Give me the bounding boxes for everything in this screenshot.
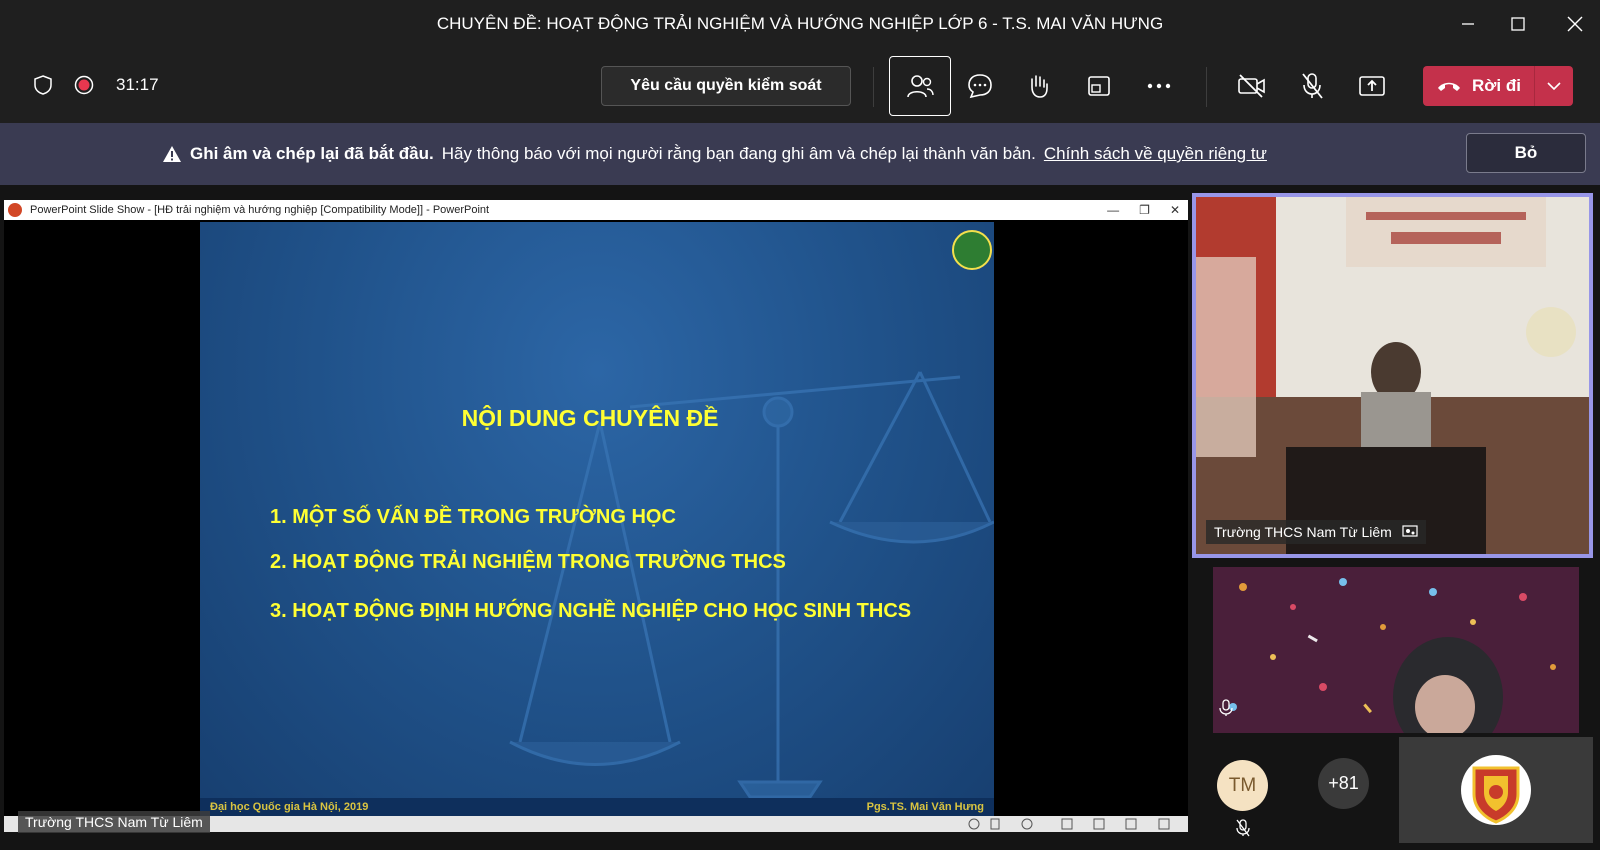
shared-screen: PowerPoint Slide Show - [HĐ trải nghiệm … (4, 200, 1188, 833)
dismiss-banner-button[interactable]: Bỏ (1466, 133, 1586, 173)
presentation-slide: NỘI DUNG CHUYÊN ĐỀ 1. MỘT SỐ VẤN ĐỀ TRON… (200, 222, 994, 816)
powerpoint-title-bar: PowerPoint Slide Show - [HĐ trải nghiệm … (4, 200, 1188, 220)
chat-button[interactable] (965, 71, 995, 101)
ppt-close-icon: ✕ (1169, 203, 1180, 217)
university-logo (952, 230, 992, 270)
teams-meeting-window: CHUYÊN ĐỀ: HOẠT ĐỘNG TRẢI NGHIỆM VÀ HƯỚN… (0, 0, 1600, 850)
privacy-policy-link[interactable]: Chính sách về quyền riêng tư (1044, 144, 1267, 164)
participant-video-tile[interactable] (1213, 567, 1579, 733)
hang-up-icon (1438, 82, 1461, 91)
request-control-button[interactable]: Yêu cầu quyền kiểm soát (601, 66, 851, 106)
window-title: CHUYÊN ĐỀ: HOẠT ĐỘNG TRẢI NGHIỆM VÀ HƯỚN… (436, 14, 1164, 33)
microphone-status-icon (1215, 697, 1237, 719)
more-actions-button[interactable] (1144, 71, 1174, 101)
meeting-toolbar: 31:17 Yêu cầu quyền kiểm soát Rời đi (0, 47, 1600, 123)
camera-off-icon (1238, 74, 1265, 98)
presenter-name-tag: Trường THCS Nam Từ Liêm (18, 811, 210, 833)
maximize-icon (1511, 16, 1525, 31)
slide-item: 3. HOẠT ĐỘNG ĐỊNH HƯỚNG NGHỀ NGHIỆP CHO … (270, 600, 912, 622)
participant-tile-school[interactable] (1399, 737, 1593, 843)
microphone-off-icon (1302, 73, 1323, 99)
close-window-button[interactable] (1550, 0, 1600, 47)
shield-icon[interactable] (32, 74, 54, 96)
powerpoint-window-controls: — ❐ ✕ (1107, 200, 1180, 220)
leave-options-button[interactable] (1535, 66, 1573, 106)
ppt-restore-icon: ❐ (1139, 203, 1150, 217)
leave-label: Rời đi (1472, 76, 1521, 95)
rooms-button[interactable] (1084, 71, 1114, 101)
people-icon (907, 75, 934, 98)
slide-footer-right: Pgs.TS. Mai Văn Hưng (866, 801, 984, 813)
meeting-timer: 31:17 (116, 75, 159, 94)
microphone-toggle-button[interactable] (1297, 71, 1327, 101)
confetti-background-video-feed (1213, 567, 1579, 733)
slide-footer-left: Đại học Quốc gia Hà Nội, 2019 (210, 801, 369, 813)
banner-text: Hãy thông báo với mọi người rằng bạn đan… (441, 144, 1036, 163)
toolbar-divider (873, 67, 874, 107)
leave-button[interactable]: Rời đi (1423, 66, 1573, 106)
school-logo-icon (1461, 755, 1531, 825)
recording-indicator-icon (73, 74, 95, 96)
recording-banner: Ghi âm và chép lại đã bắt đầu. Hãy thông… (0, 123, 1600, 185)
minimize-button[interactable] (1443, 0, 1493, 47)
raise-hand-button[interactable] (1024, 71, 1054, 101)
muted-microphone-icon (1232, 817, 1254, 839)
share-screen-button[interactable] (1357, 71, 1387, 101)
powerpoint-window-title: PowerPoint Slide Show - [HĐ trải nghiệm … (30, 204, 490, 216)
chevron-down-icon (1547, 82, 1561, 90)
participant-name-tag: Trường THCS Nam Từ Liêm (1206, 520, 1426, 544)
room-device-icon (1402, 525, 1418, 537)
ppt-minimize-icon: — (1107, 203, 1120, 217)
participant-name: Trường THCS Nam Từ Liêm (1214, 524, 1392, 540)
slide-heading: NỘI DUNG CHUYÊN ĐỀ (461, 405, 719, 431)
participant-avatar[interactable]: TM (1217, 760, 1268, 811)
maximize-button[interactable] (1493, 0, 1543, 47)
toolbar-divider (1206, 67, 1207, 107)
leave-main-button[interactable]: Rời đi (1423, 66, 1534, 106)
slide-footer: Đại học Quốc gia Hà Nội, 2019 Pgs.TS. Ma… (200, 798, 994, 816)
slideshow-controls-icon (968, 818, 1170, 830)
slide-item: 1. MỘT SỐ VẤN ĐỀ TRONG TRƯỜNG HỌC (270, 506, 676, 528)
title-bar: CHUYÊN ĐỀ: HOẠT ĐỘNG TRẢI NGHIỆM VÀ HƯỚN… (0, 0, 1600, 47)
banner-message: Ghi âm và chép lại đã bắt đầu. Hãy thông… (162, 123, 1267, 185)
share-screen-icon (1359, 76, 1385, 96)
minimize-icon (1462, 22, 1474, 25)
banner-bold-text: Ghi âm và chép lại đã bắt đầu. (190, 144, 434, 163)
powerpoint-icon (8, 203, 22, 217)
close-icon (1567, 16, 1583, 31)
participant-video-tile[interactable]: Trường THCS Nam Từ Liêm (1192, 193, 1593, 558)
chat-icon (968, 74, 992, 99)
more-participants-button[interactable]: +81 (1318, 758, 1369, 809)
breakout-rooms-icon (1088, 76, 1110, 96)
more-icon (1147, 83, 1171, 89)
participants-button[interactable] (889, 56, 951, 116)
raise-hand-icon (1031, 75, 1048, 98)
camera-toggle-button[interactable] (1236, 71, 1268, 101)
classroom-video-feed (1196, 197, 1589, 554)
warning-icon (163, 146, 181, 162)
slide-item: 2. HOẠT ĐỘNG TRẢI NGHIỆM TRONG TRƯỜNG TH… (270, 551, 786, 573)
